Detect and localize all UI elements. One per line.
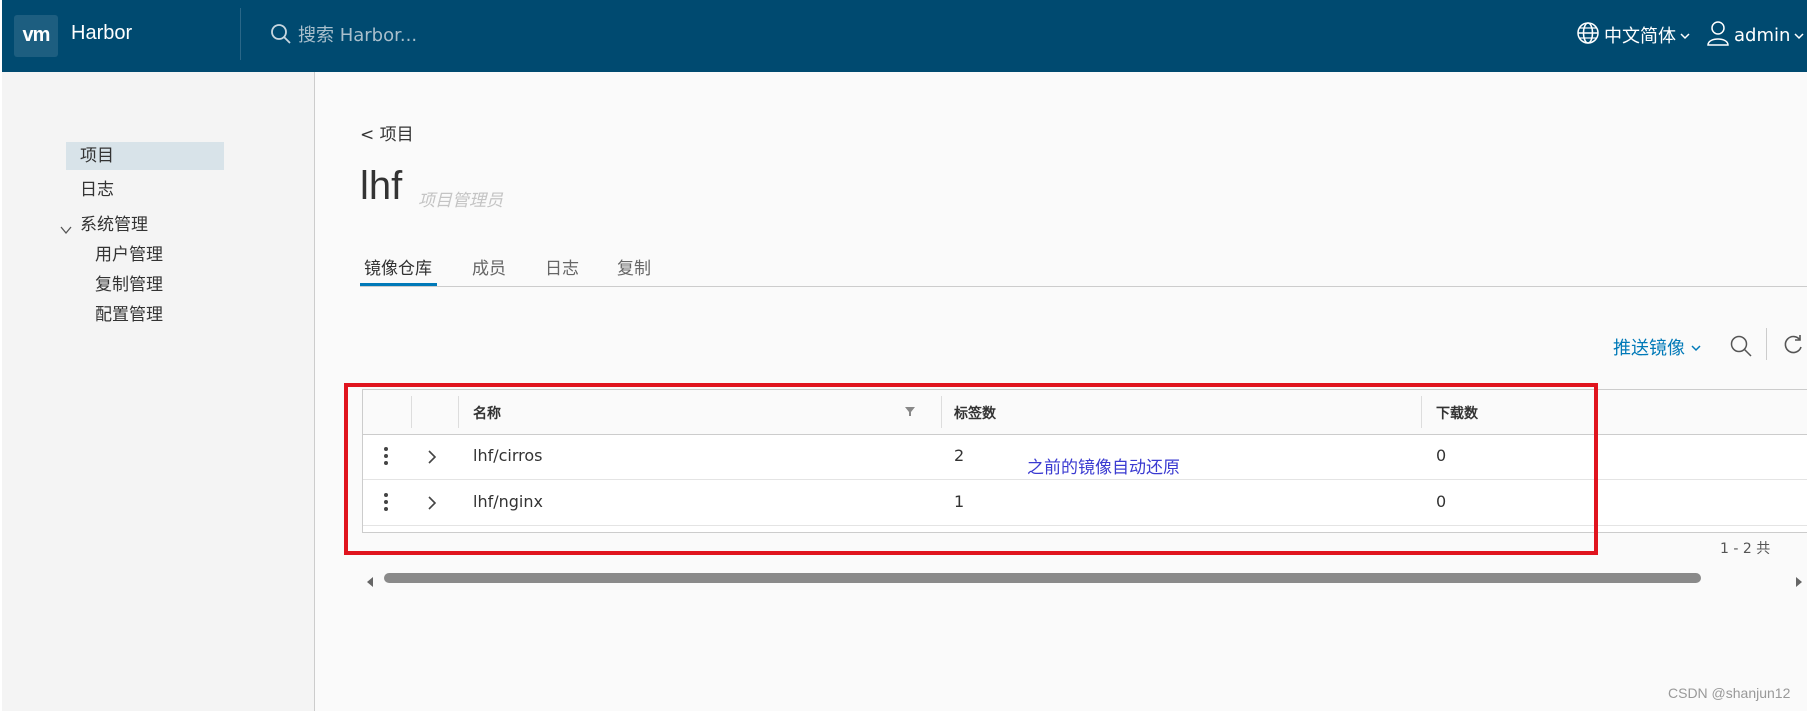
repository-name[interactable]: lhf/cirros (473, 446, 543, 465)
pagination-info: 1 - 2 共 (1720, 541, 1771, 557)
watermark: CSDN @shanjun12 (1668, 685, 1791, 701)
active-tab-indicator (360, 283, 437, 286)
table-row[interactable]: lhf/nginx 1 0 (363, 480, 1807, 526)
tag-count: 2 (954, 446, 965, 465)
column-divider (1421, 396, 1422, 428)
search-icon[interactable] (1729, 334, 1753, 362)
language-switcher[interactable]: 中文简体 (1576, 20, 1690, 50)
vmware-logo[interactable]: vm (14, 15, 58, 57)
header-divider (240, 8, 241, 60)
chevron-right-icon[interactable] (427, 449, 437, 469)
action-menu-icon[interactable] (383, 492, 389, 516)
top-header: vm Harbor 中文简体 admin (2, 0, 1807, 72)
scroll-left-icon[interactable] (366, 572, 374, 591)
username-label: admin (1734, 24, 1791, 46)
tab-members[interactable]: 成员 (472, 254, 506, 279)
repository-name[interactable]: lhf/nginx (473, 492, 543, 511)
tab-repositories[interactable]: 镜像仓库 (364, 254, 432, 279)
sidebar-item-configuration[interactable]: 配置管理 (95, 301, 163, 329)
filter-icon[interactable] (904, 405, 916, 421)
column-header-tags[interactable]: 标签数 (954, 403, 996, 423)
table-header: 名称 标签数 下载数 (363, 390, 1807, 435)
toolbar-divider (1766, 328, 1767, 360)
horizontal-scrollbar[interactable] (362, 570, 1807, 587)
globe-icon (1576, 21, 1600, 50)
language-label: 中文简体 (1604, 26, 1676, 47)
column-divider (458, 396, 459, 428)
sidebar-item-projects[interactable]: 项目 (66, 142, 224, 170)
sidebar-item-users[interactable]: 用户管理 (95, 241, 163, 269)
scrollbar-thumb[interactable] (384, 573, 1701, 583)
column-header-name[interactable]: 名称 (473, 403, 501, 423)
column-header-downloads[interactable]: 下载数 (1436, 403, 1478, 423)
sidebar-item-logs[interactable]: 日志 (80, 176, 114, 204)
sidebar-item-admin[interactable]: 系统管理 (80, 211, 148, 239)
push-image-label: 推送镜像 (1613, 338, 1685, 359)
sidebar-item-replication[interactable]: 复制管理 (95, 271, 163, 299)
user-menu[interactable]: admin (1706, 20, 1804, 50)
chevron-down-icon (1680, 25, 1690, 46)
breadcrumb[interactable]: < 项目 (360, 120, 414, 145)
chevron-down-icon (1691, 337, 1701, 358)
refresh-icon[interactable] (1782, 334, 1804, 360)
app-title[interactable]: Harbor (71, 22, 132, 45)
tab-logs[interactable]: 日志 (545, 254, 579, 279)
user-icon (1706, 20, 1730, 51)
download-count: 0 (1436, 492, 1447, 511)
chevron-down-icon[interactable] (60, 220, 72, 239)
search-icon (270, 23, 292, 49)
page-title: lhf (360, 164, 403, 208)
push-image-button[interactable]: 推送镜像 (1613, 334, 1701, 360)
column-divider (941, 396, 942, 428)
tag-count: 1 (954, 492, 965, 511)
chevron-down-icon (1794, 25, 1804, 46)
column-divider (411, 396, 412, 428)
main-content: < 项目 lhf 项目管理员 镜像仓库 成员 日志 复制 推送镜像 名称 标签数… (315, 72, 1807, 711)
download-count: 0 (1436, 446, 1447, 465)
role-label: 项目管理员 (418, 191, 503, 211)
sidebar: 项目 日志 系统管理 用户管理 复制管理 配置管理 (2, 72, 315, 711)
action-menu-icon[interactable] (383, 446, 389, 470)
scroll-right-icon[interactable] (1795, 572, 1803, 591)
chevron-right-icon[interactable] (427, 495, 437, 515)
tabs-divider (360, 286, 1807, 287)
search-input[interactable] (298, 22, 598, 48)
tab-replication[interactable]: 复制 (617, 254, 651, 279)
annotation-text: 之前的镜像自动还原 (1027, 458, 1180, 478)
